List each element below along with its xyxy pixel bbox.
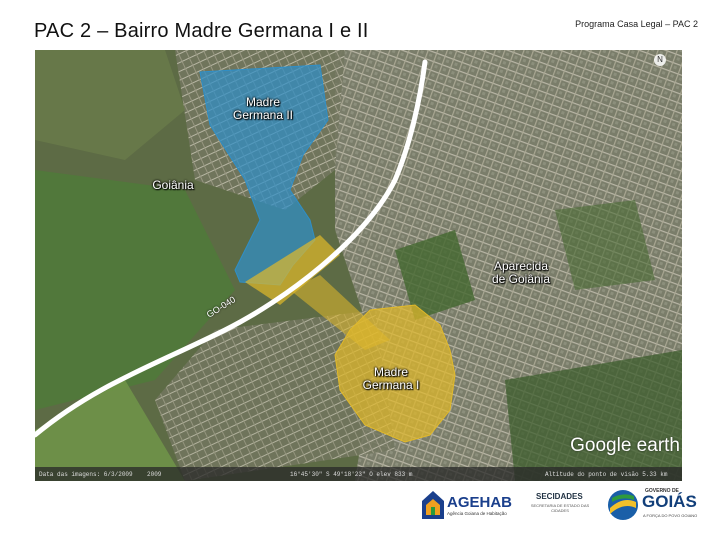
slide: PAC 2 – Bairro Madre Germana I e II Prog… [0, 0, 720, 540]
secidades-logo-text: SECIDADES [536, 492, 583, 501]
goias-subtitle: A FORÇA DO POVO GOIANO [643, 513, 698, 518]
google-earth-watermark: Google earth [570, 435, 680, 456]
secidades-subtitle: SECRETARIA DE ESTADO DAS CIDADES [530, 503, 590, 513]
agehab-logo-icon [422, 491, 444, 519]
goias-logo-icon [608, 490, 638, 520]
eye-altitude: Altitude do ponto de visão 5.33 km [545, 471, 668, 478]
satellite-map[interactable]: Madre Germana II Goiânia Aparecida de Go… [35, 50, 682, 481]
agehab-logo-text: AGEHAB [447, 494, 513, 511]
program-label: Programa Casa Legal – PAC 2 [575, 19, 698, 29]
agehab-subtitle: Agência Goiana de Habitação [447, 511, 507, 516]
label-text: Aparecida de Goiânia [491, 259, 551, 286]
imagery-date: Data das imagens: 6/3/2009 [39, 471, 133, 478]
imagery-year: 2009 [147, 471, 162, 478]
map-label-aparecida: Aparecida de Goiânia [481, 260, 561, 286]
map-label-madre-germana-ii: Madre Germana II [228, 96, 298, 122]
map-label-madre-germana-i: Madre Germana I [351, 366, 431, 392]
map-status-bar: Data das imagens: 6/3/2009 2009 16°45'30… [35, 467, 682, 481]
map-background [35, 50, 682, 481]
label-text: Madre Germana II [232, 95, 294, 122]
map-label-goiania: Goiânia [152, 178, 194, 192]
coordinates: 16°45'30" S 49°18'23" O elev 833 m [290, 471, 413, 478]
goias-logo-text: GOIÁS [642, 492, 697, 511]
page-title: PAC 2 – Bairro Madre Germana I e II [34, 20, 369, 42]
label-text: Madre Germana I [362, 365, 420, 392]
compass-icon[interactable]: N [654, 54, 666, 66]
